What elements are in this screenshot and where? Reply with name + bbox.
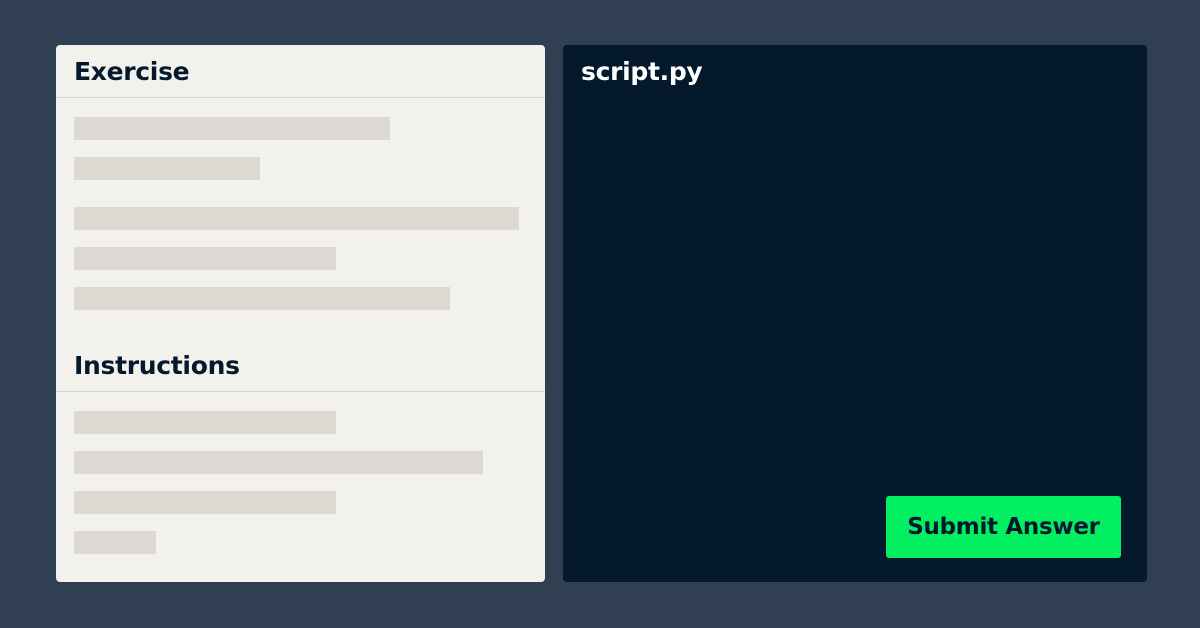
file-name-tab: script.py (581, 57, 703, 86)
instructions-placeholder-line (74, 451, 483, 474)
instructions-placeholder-line (74, 411, 336, 434)
exercise-header: Exercise (56, 45, 545, 98)
code-editor-panel[interactable]: script.py Submit Answer (563, 45, 1147, 582)
instructions-placeholder-line (74, 531, 156, 554)
exercise-placeholder-line (74, 157, 260, 180)
exercise-placeholder-line (74, 287, 450, 310)
instructions-placeholder-line (74, 491, 336, 514)
instructions-header: Instructions (56, 339, 545, 392)
instructions-title: Instructions (74, 351, 240, 380)
exercise-placeholder-line (74, 247, 336, 270)
exercise-placeholder-line (74, 207, 519, 230)
exercise-panel: Exercise Instructions (56, 45, 545, 582)
exercise-title: Exercise (74, 57, 190, 86)
exercise-placeholder-line (74, 117, 390, 140)
submit-answer-button[interactable]: Submit Answer (886, 496, 1121, 558)
